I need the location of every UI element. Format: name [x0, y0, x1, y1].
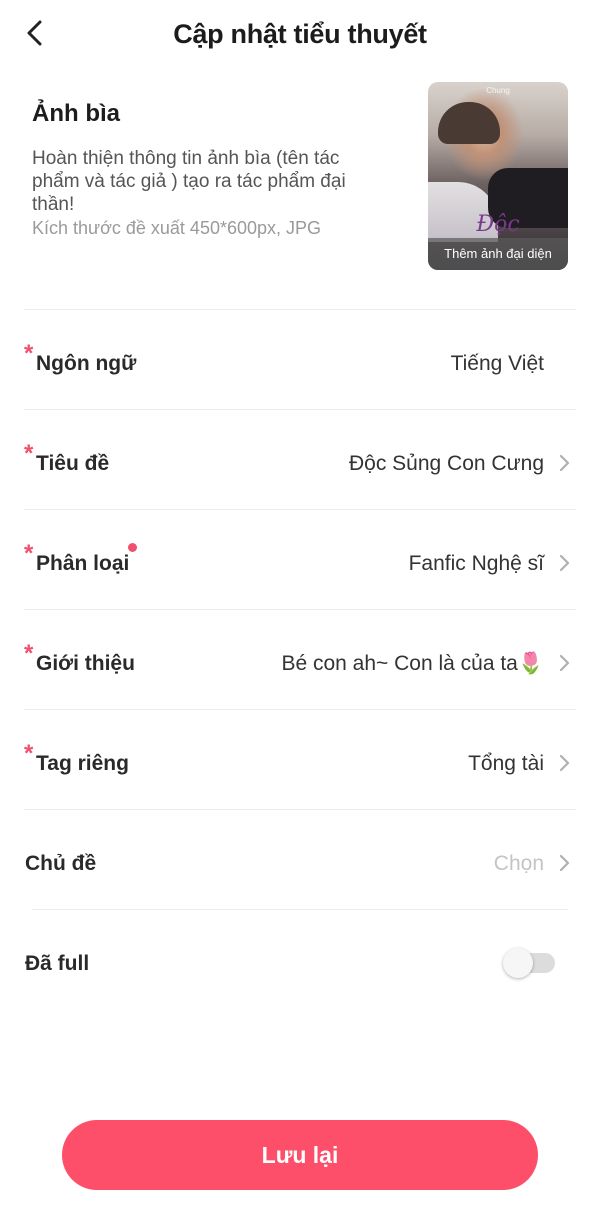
form-row[interactable]: * Tag riêng Tổng tài — [24, 712, 576, 812]
chevron-right-icon — [559, 554, 570, 572]
chevron-right-icon — [559, 454, 570, 472]
form-row[interactable]: * Phân loại Fanfic Nghệ sĩ — [24, 512, 576, 612]
toggle-knob — [503, 948, 533, 978]
divider — [24, 509, 576, 510]
field-label: Ngôn ngữ — [36, 352, 137, 375]
divider — [24, 609, 576, 610]
required-asterisk: * — [24, 640, 34, 667]
full-status-row: Đã full — [24, 912, 576, 1012]
required-asterisk: * — [24, 740, 34, 767]
field-value: Bé con ah~ Con là của ta🌷 — [281, 652, 544, 675]
divider — [24, 409, 576, 410]
divider — [24, 809, 576, 810]
field-value: Tổng tài — [468, 752, 544, 775]
notification-dot — [128, 543, 137, 552]
required-asterisk: * — [24, 540, 34, 567]
full-status-label: Đã full — [25, 952, 90, 975]
divider — [32, 909, 568, 910]
page-title: Cập nhật tiểu thuyết — [173, 19, 427, 49]
field-value: Độc Sủng Con Cưng — [349, 452, 544, 475]
field-label: Phân loại — [36, 552, 130, 575]
required-asterisk: * — [24, 440, 34, 467]
divider — [24, 309, 576, 310]
required-asterisk: * — [24, 340, 34, 367]
header: Cập nhật tiểu thuyết — [0, 0, 600, 72]
cover-image-picker[interactable]: Chung Độc Thêm ảnh đại diện — [428, 82, 568, 270]
field-value: Fanfic Nghệ sĩ — [408, 552, 544, 575]
field-label: Tag riêng — [36, 752, 129, 775]
cover-size-hint: Kích thước đề xuất 450*600px, JPG — [32, 218, 322, 238]
field-label: Tiêu đề — [36, 452, 110, 475]
save-button[interactable]: Lưu lại — [62, 1120, 538, 1190]
cover-section: Ảnh bìa Hoàn thiện thông tin ảnh bìa (tê… — [0, 72, 600, 310]
full-status-toggle[interactable] — [503, 948, 555, 978]
form-row[interactable]: * Tiêu đề Độc Sủng Con Cưng — [24, 412, 576, 512]
field-value: Chọn — [493, 852, 544, 875]
field-value: Tiếng Việt — [450, 352, 544, 375]
cover-title: Ảnh bìa — [32, 100, 120, 127]
form-row[interactable]: * Giới thiệu Bé con ah~ Con là của ta🌷 — [24, 612, 576, 712]
cover-image-title: Độc — [476, 212, 520, 237]
cover-image-caption: Chung — [486, 86, 510, 95]
field-label: Chủ đề — [25, 852, 97, 875]
cover-description: Hoàn thiện thông tin ảnh bìa (tên tác ph… — [32, 148, 346, 215]
field-label: Giới thiệu — [36, 652, 135, 675]
chevron-right-icon — [559, 854, 570, 872]
divider — [24, 709, 576, 710]
chevron-right-icon — [559, 654, 570, 672]
add-cover-label: Thêm ảnh đại diện — [428, 238, 568, 270]
form-row[interactable]: * Ngôn ngữ Tiếng Việt — [24, 312, 576, 412]
form-row[interactable]: Chủ đề Chọn — [24, 812, 576, 912]
chevron-right-icon — [559, 754, 570, 772]
